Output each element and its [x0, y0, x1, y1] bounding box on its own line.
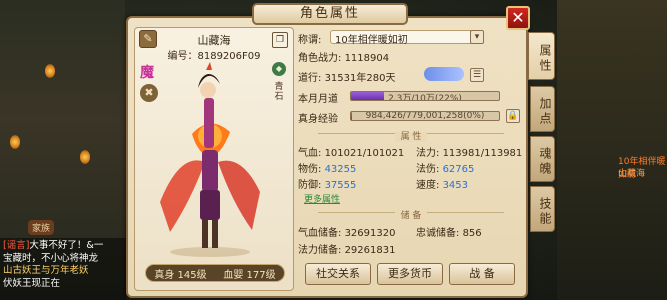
dao-row: 道行: 31531年280天	[298, 73, 396, 84]
hp-storage: 气血储备: 32691320	[298, 228, 396, 239]
title-select[interactable]: 10年相伴暖如初	[330, 30, 480, 46]
lantern-icon	[80, 150, 90, 164]
exp-label: 真身经验	[298, 114, 338, 125]
speed-stat: 速度: 3453	[416, 180, 469, 191]
attributes-title: 属 性	[298, 129, 524, 142]
chat-line: 山古妖王与万年老妖	[3, 265, 89, 276]
background-right	[557, 0, 667, 300]
character-portrait	[160, 62, 260, 257]
title-value: 10年相伴暖如初	[335, 35, 408, 46]
info-area: 称谓: 10年相伴暖如初 ▾ 角色战力: 1118904 道行: 31531年2…	[298, 27, 524, 291]
dao-badge[interactable]	[424, 67, 464, 81]
chat-line: 伏妖王现正在	[3, 277, 61, 289]
phy-atk-stat: 物伤: 43255	[298, 164, 357, 175]
mag-atk-stat: 法伤: 62765	[416, 164, 475, 175]
baby-level: 血婴 177级	[223, 269, 276, 281]
close-icon: ✕	[511, 8, 525, 27]
npc-name[interactable]: 山藏海	[618, 166, 645, 179]
storage-title: 储 备	[298, 208, 524, 221]
battle-prep-button[interactable]: 战 备	[449, 263, 515, 285]
real-level: 真身 145级	[154, 269, 207, 281]
tab-soul[interactable]: 魂魄	[530, 136, 555, 182]
lock-icon[interactable]: 🔒	[506, 109, 520, 123]
character-id: 编号：8189206F09	[167, 51, 261, 62]
power-row: 角色战力: 1118904	[298, 53, 390, 64]
window-title: 角色属性	[252, 3, 408, 25]
chevron-down-icon[interactable]: ▾	[470, 30, 484, 44]
family-tag[interactable]: 家族	[28, 220, 55, 235]
tab-skills[interactable]: 技能	[530, 186, 555, 232]
title-row: 称谓:	[298, 35, 322, 46]
pet-icon[interactable]: ◆	[272, 62, 286, 76]
currency-button[interactable]: 更多货币	[377, 263, 443, 285]
edit-icon[interactable]: ✎	[139, 30, 157, 48]
character-name: 山藏海	[197, 34, 231, 47]
lantern-icon	[45, 64, 55, 78]
chat-panel[interactable]: [谣言]大事不好了！&一 宝藏时，不小心将神龙 山古妖王与万年老妖 伏妖王现正在	[0, 238, 126, 300]
dao-detail-button[interactable]: ☰	[470, 68, 484, 82]
seal-text: 青石	[274, 82, 284, 102]
mp-stat: 法力: 113981/113981	[416, 148, 523, 159]
month-dao-label: 本月月道	[298, 94, 338, 105]
exp-progress: 984,426/779,001,258(0%)	[350, 111, 500, 121]
social-button[interactable]: 社交关系	[305, 263, 371, 285]
hp-stat: 气血: 101021/101021	[298, 148, 405, 159]
month-dao-progress: 2.3万/10万(22%)	[350, 91, 500, 101]
chat-line: 宝藏时，不小心将神龙	[3, 252, 99, 264]
defense-stat: 防御: 37555	[298, 180, 357, 191]
loyal-storage: 忠诚储备: 856	[416, 228, 482, 239]
copy-icon[interactable]: ❐	[272, 32, 288, 48]
tab-attributes[interactable]: 属性	[528, 32, 555, 80]
tab-points[interactable]: 加点	[530, 86, 555, 132]
mp-storage: 法力储备: 29261831	[298, 245, 396, 256]
lantern-icon	[10, 135, 20, 149]
level-bar: 真身 145级 血婴 177级	[145, 264, 285, 282]
more-attributes-link[interactable]: 更多属性	[304, 192, 340, 205]
chat-line: [谣言]大事不好了！&一	[3, 240, 104, 251]
